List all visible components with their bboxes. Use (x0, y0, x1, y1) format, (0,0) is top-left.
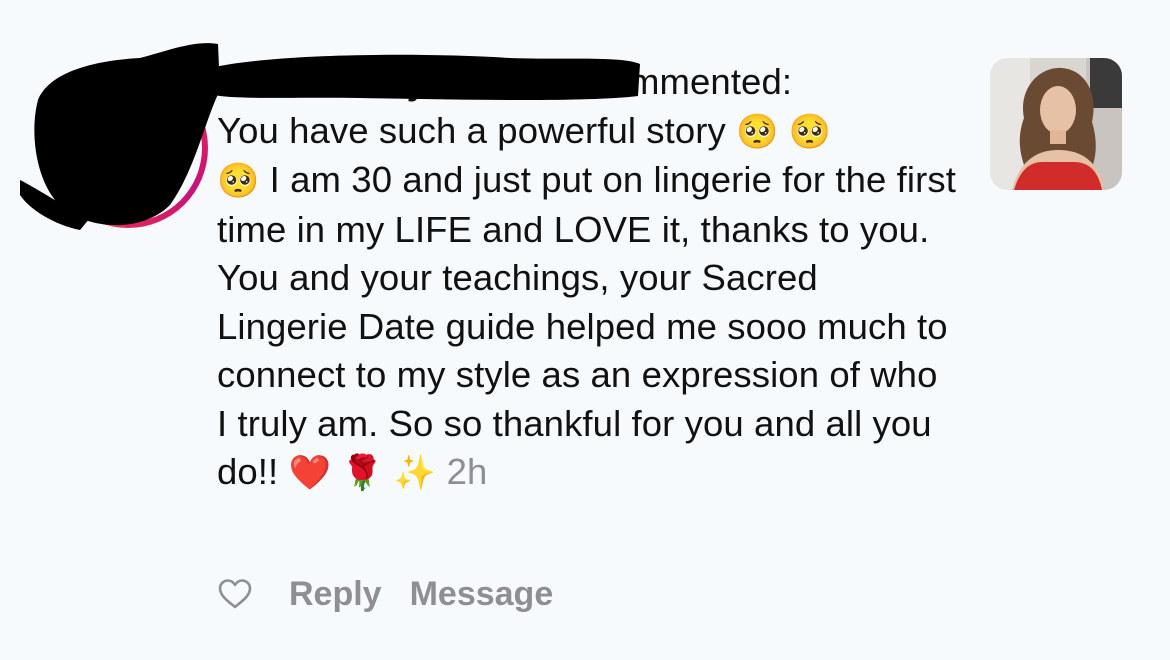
comment-body: michalemilyschuster commented: You have … (217, 58, 957, 498)
commenter-avatar[interactable] (20, 30, 220, 230)
message-button[interactable]: Message (410, 575, 554, 614)
comment-timestamp: 2h (446, 451, 488, 492)
comment-notification: michalemilyschuster commented: You have … (0, 0, 1170, 660)
avatar-redaction (20, 43, 220, 230)
red-heart-emoji: ❤️ (288, 453, 331, 493)
comment-text-line-2: I am 30 and just put on lingerie for the… (217, 159, 956, 492)
rose-emoji: 🌹 (341, 453, 384, 493)
heart-outline-icon (218, 579, 252, 609)
pleading-face-emoji-2: 🥺 (788, 111, 832, 152)
post-thumbnail-image (990, 58, 1122, 190)
post-thumbnail[interactable] (990, 58, 1122, 190)
comment-text-line-1: You have such a powerful story (217, 109, 737, 151)
pleading-face-emoji-3: 🥺 (217, 161, 260, 201)
reply-button[interactable]: Reply (289, 575, 382, 614)
pleading-face-emoji-1: 🥺 (736, 111, 779, 152)
username-redaction (210, 54, 640, 100)
sparkles-emoji: ✨ (393, 453, 437, 493)
like-button[interactable] (217, 576, 253, 612)
comment-actions: Reply Message (217, 570, 553, 618)
